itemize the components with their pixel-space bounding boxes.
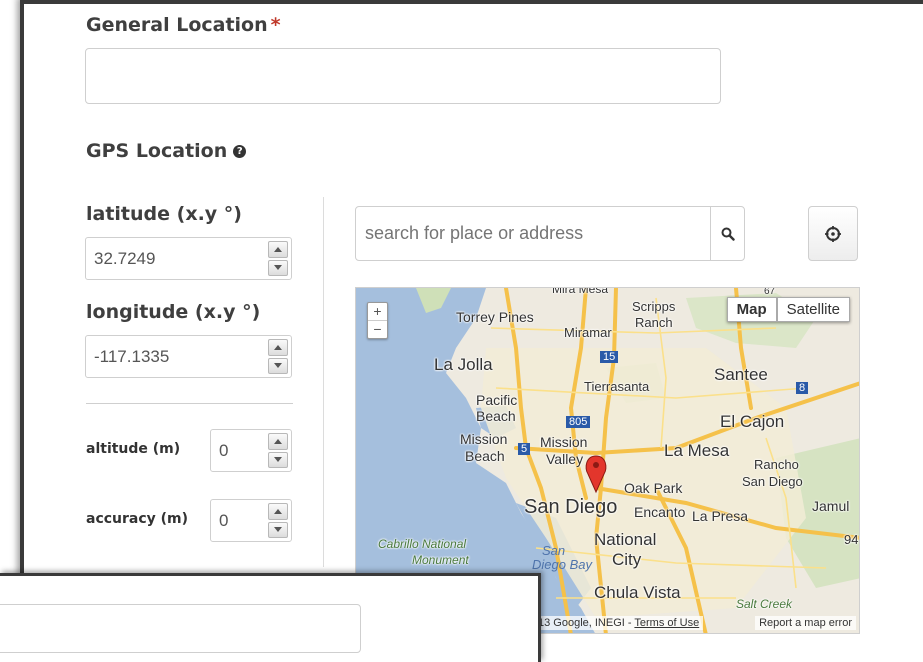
map-label: Chula Vista <box>594 583 681 602</box>
required-asterisk: * <box>270 14 281 36</box>
zoom-control[interactable]: + − <box>367 302 388 339</box>
spin-down-button[interactable] <box>268 357 288 374</box>
chevron-up-icon <box>274 508 282 514</box>
altitude-spinner[interactable] <box>268 433 288 468</box>
map-label: La Mesa <box>664 441 730 460</box>
search-button[interactable] <box>710 207 744 260</box>
longitude-input[interactable]: -117.1335 <box>85 335 292 378</box>
spin-up-button[interactable] <box>268 433 288 450</box>
altitude-input[interactable]: 0 <box>210 429 292 472</box>
map-label: Encanto <box>634 504 686 520</box>
map-label: Beach <box>476 408 516 424</box>
map-attribution: 13 Google, INEGI - Terms of Use <box>534 616 704 630</box>
map-label: Pacific <box>476 392 518 408</box>
map-label: San Diego <box>524 496 618 518</box>
zoom-in-button[interactable]: + <box>368 303 387 321</box>
map-label: Mission <box>540 434 588 450</box>
overlay-text-input[interactable] <box>0 604 361 653</box>
map-label: San <box>542 543 566 558</box>
question-circle-icon[interactable]: ? <box>233 145 247 158</box>
latitude-value: 32.7249 <box>94 248 156 268</box>
accuracy-value: 0 <box>219 510 229 530</box>
spin-down-button[interactable] <box>268 451 288 468</box>
map-label: City <box>612 550 642 569</box>
zoom-out-button[interactable]: − <box>368 321 387 338</box>
map-label: Oak Park <box>624 480 683 496</box>
terms-of-use-link[interactable]: Terms of Use <box>634 617 699 629</box>
longitude-label: longitude (x.y °) <box>86 301 261 323</box>
map-label: Ranch <box>635 315 673 330</box>
place-search-input[interactable] <box>356 207 713 260</box>
report-map-error-link[interactable]: Report a map error <box>755 616 856 630</box>
spin-down-button[interactable] <box>268 259 288 276</box>
chevron-up-icon <box>274 344 282 350</box>
map-label: Diego Bay <box>532 557 592 572</box>
chevron-up-icon <box>274 246 282 252</box>
gps-location-label: GPS Location? <box>86 140 247 162</box>
map-label: Miramar <box>564 325 612 340</box>
search-icon <box>721 227 735 241</box>
map-label: Tierrasanta <box>584 379 650 394</box>
map-label: 94 <box>844 532 859 547</box>
latitude-input[interactable]: 32.7249 <box>85 237 292 280</box>
place-search <box>355 206 745 261</box>
highway-shield-icon: 805 <box>566 416 591 428</box>
latitude-spinner[interactable] <box>268 241 288 276</box>
map-label: Cabrillo National <box>378 537 467 551</box>
highway-shield-icon: 8 <box>796 382 809 394</box>
map-label: Jamul <box>812 498 850 514</box>
map-label: Scripps <box>632 299 676 314</box>
map-type-satellite-button[interactable]: Satellite <box>776 297 850 322</box>
chevron-down-icon <box>274 363 282 369</box>
map-type-toggle: Map Satellite <box>726 297 850 322</box>
attribution-text: 13 Google, INEGI - <box>538 617 635 629</box>
chevron-down-icon <box>274 527 282 533</box>
map-label: El Cajon <box>720 412 785 431</box>
map-label: Rancho <box>754 457 799 472</box>
accuracy-label: accuracy (m) <box>86 511 189 527</box>
highway-shield-icon: 5 <box>518 443 531 455</box>
general-location-label-text: General Location <box>86 14 268 36</box>
map-label: La Jolla <box>434 355 493 374</box>
map-label: Santee <box>714 365 768 384</box>
column-divider <box>323 197 324 567</box>
general-location-input[interactable] <box>85 48 721 104</box>
accuracy-spinner[interactable] <box>268 503 288 538</box>
gps-location-label-text: GPS Location <box>86 140 228 162</box>
chevron-down-icon <box>274 457 282 463</box>
map-label: Mira Mesa <box>552 287 609 296</box>
general-location-label: General Location * <box>86 14 281 36</box>
map-label: La Presa <box>692 508 749 524</box>
highway-shield-icon: 67 <box>764 287 776 297</box>
spin-up-button[interactable] <box>268 339 288 356</box>
locate-me-button[interactable] <box>808 206 858 261</box>
spin-up-button[interactable] <box>268 503 288 520</box>
map-label: Monument <box>412 553 469 567</box>
chevron-down-icon <box>274 265 282 271</box>
map-type-map-button[interactable]: Map <box>726 297 777 322</box>
longitude-value: -117.1335 <box>94 346 170 366</box>
spin-down-button[interactable] <box>268 521 288 538</box>
highway-shield-icon: 15 <box>600 351 619 363</box>
crosshair-icon <box>825 225 841 242</box>
overlapping-window <box>0 573 541 662</box>
latitude-label: latitude (x.y °) <box>86 203 242 225</box>
map-label: Valley <box>546 451 584 467</box>
spin-up-button[interactable] <box>268 241 288 258</box>
longitude-spinner[interactable] <box>268 339 288 374</box>
altitude-label: altitude (m) <box>86 441 181 457</box>
map-label: Mission <box>460 431 508 447</box>
altitude-value: 0 <box>219 440 229 460</box>
map-label: National <box>594 530 657 549</box>
chevron-up-icon <box>274 438 282 444</box>
map-label: Salt Creek <box>736 597 793 611</box>
map-label: Torrey Pines <box>456 309 534 325</box>
section-divider <box>86 403 293 404</box>
map-label: San Diego <box>742 474 803 489</box>
accuracy-input[interactable]: 0 <box>210 499 292 542</box>
map-label: Beach <box>465 448 505 464</box>
